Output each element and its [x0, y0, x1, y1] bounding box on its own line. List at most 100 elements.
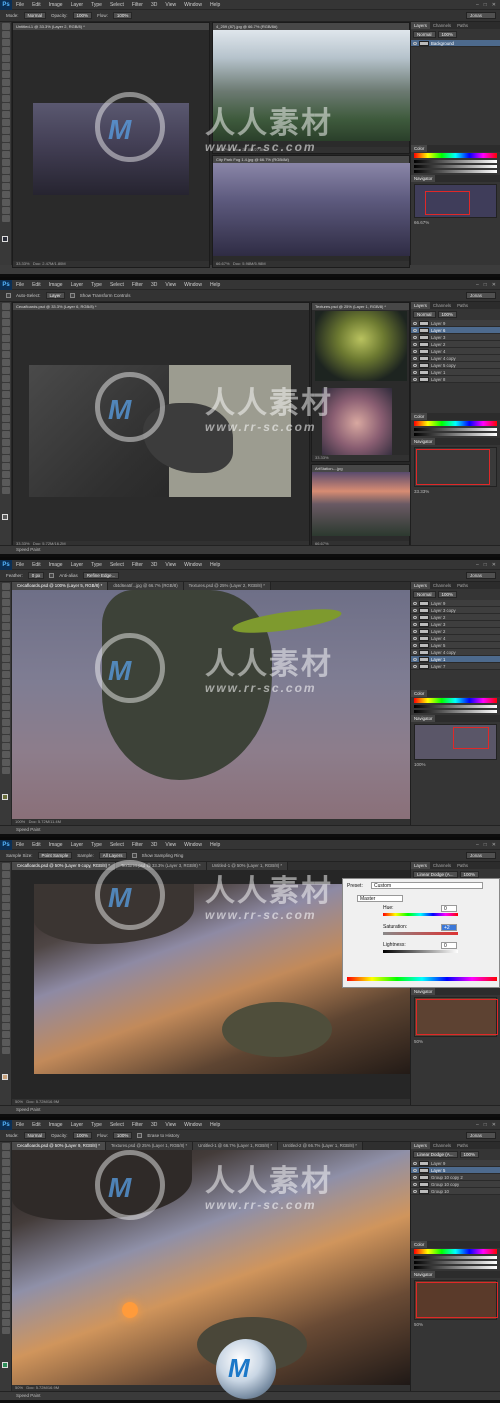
canvas[interactable] [213, 163, 411, 256]
tool-button[interactable] [2, 423, 10, 430]
tool-button[interactable] [2, 1327, 10, 1334]
tool-button[interactable] [2, 1183, 10, 1190]
tool-button[interactable] [2, 903, 10, 910]
maximize-icon[interactable]: □ [484, 1122, 487, 1128]
navigator-zoom[interactable]: 66.67% [411, 220, 500, 225]
navigator-zoom[interactable]: 100% [411, 762, 500, 767]
tool-button[interactable] [2, 327, 10, 334]
tool-button[interactable] [2, 351, 10, 358]
tool-button[interactable] [2, 879, 10, 886]
menu-layer[interactable]: Layer [67, 840, 88, 850]
tool-button[interactable] [2, 415, 10, 422]
maximize-icon[interactable]: □ [484, 842, 487, 848]
tool-button[interactable] [2, 95, 10, 102]
eye-icon[interactable] [413, 1182, 417, 1186]
document-tab[interactable]: Cecafloards.psd @ 50% (Layer 9, RGB/8) * [12, 1142, 106, 1150]
tool-button[interactable] [2, 63, 10, 70]
tool-button[interactable] [2, 103, 10, 110]
tool-button[interactable] [2, 183, 10, 190]
eye-icon[interactable] [413, 335, 417, 339]
document-tab[interactable]: Untitled-1 @ 50% (Layer 1, RGB/8) * [206, 862, 289, 870]
blend-mode-select[interactable]: Normal [413, 31, 436, 38]
tool-button[interactable] [2, 207, 10, 214]
tool-button[interactable] [2, 319, 10, 326]
blend-mode-select[interactable]: Normal [413, 311, 436, 318]
tool-button[interactable] [2, 431, 10, 438]
tab-channels[interactable]: Channels [430, 862, 454, 869]
tool-button[interactable] [2, 983, 10, 990]
tool-button[interactable] [2, 359, 10, 366]
tool-button[interactable] [2, 199, 10, 206]
workspace-select[interactable]: Jonas [466, 1132, 496, 1139]
tool-button[interactable] [2, 1167, 10, 1174]
tool-button[interactable] [2, 311, 10, 318]
tool-button[interactable] [2, 711, 10, 718]
tool-button[interactable] [2, 927, 10, 934]
canvas[interactable] [315, 311, 407, 381]
tool-button[interactable] [2, 615, 10, 622]
tab-navigator[interactable]: Navigator [411, 1271, 436, 1278]
canvas[interactable] [213, 30, 411, 141]
eye-icon[interactable] [413, 650, 417, 654]
tool-button[interactable] [2, 671, 10, 678]
layer-row[interactable]: Layer 4 copy [411, 355, 500, 362]
tool-button[interactable] [2, 383, 10, 390]
tool-button[interactable] [2, 695, 10, 702]
color-slider[interactable] [414, 705, 497, 708]
tab-channels[interactable]: Channels [430, 1142, 454, 1149]
layer-row[interactable]: Group 10 [411, 1188, 500, 1195]
tab-navigator[interactable]: Navigator [411, 175, 436, 182]
document-tab[interactable]: Textures.psd @ 25% (Layer 1, RGB/8) * [312, 303, 409, 310]
layer-row[interactable]: Background [411, 40, 500, 47]
tool-button[interactable] [2, 167, 10, 174]
tool-button[interactable] [2, 1263, 10, 1270]
menu-image[interactable]: Image [45, 280, 67, 290]
foreground-color-swatch[interactable] [2, 236, 8, 242]
tool-button[interactable] [2, 767, 10, 774]
refine-edge-button[interactable]: Refine Edge... [82, 572, 120, 579]
tool-button[interactable] [2, 1247, 10, 1254]
menu-help[interactable]: Help [206, 280, 224, 290]
close-icon[interactable]: ✕ [492, 2, 496, 8]
close-icon[interactable]: ✕ [492, 842, 496, 848]
eye-icon[interactable] [413, 601, 417, 605]
menu-view[interactable]: View [161, 840, 180, 850]
menu-image[interactable]: Image [45, 1120, 67, 1130]
document-tab[interactable]: City Park Fog 1.4.jpg @ 66.7% (RGB/8#) [213, 156, 409, 163]
tool-button[interactable] [2, 375, 10, 382]
menu-type[interactable]: Type [87, 560, 106, 570]
erase-to-history-checkbox[interactable] [137, 1133, 143, 1138]
color-slider[interactable] [414, 433, 497, 436]
tab-layers[interactable]: Layers [411, 302, 430, 309]
document-tab[interactable]: Textures.psd @ 25% (Layer 1, RGB/8) * [105, 1142, 194, 1150]
tool-button[interactable] [2, 1311, 10, 1318]
color-slider[interactable] [414, 170, 497, 173]
tool-button[interactable] [2, 1023, 10, 1030]
flow-field[interactable]: 100% [112, 1132, 133, 1139]
tool-button[interactable] [2, 951, 10, 958]
layer-row[interactable]: Layer 2 [411, 341, 500, 348]
tool-button[interactable] [2, 151, 10, 158]
menu-3d[interactable]: 3D [147, 280, 161, 290]
workspace-select[interactable]: Jonas [466, 292, 496, 299]
eye-icon[interactable] [413, 1189, 417, 1193]
menu-layer[interactable]: Layer [67, 0, 88, 10]
menu-edit[interactable]: Edit [28, 560, 45, 570]
layer-row[interactable]: Group 10 copy [411, 1181, 500, 1188]
tool-button[interactable] [2, 447, 10, 454]
menu-view[interactable]: View [161, 1120, 180, 1130]
tool-button[interactable] [2, 583, 10, 590]
minimize-icon[interactable]: – [476, 1122, 479, 1128]
color-slider[interactable] [414, 160, 497, 163]
color-slider[interactable] [414, 1256, 497, 1259]
tool-button[interactable] [2, 135, 10, 142]
mode-select[interactable]: Normal [23, 1132, 47, 1139]
eye-icon[interactable] [413, 643, 417, 647]
document-tab[interactable]: Untitled-2 @ 66.7% (Layer 1, RGB/8) * [278, 1142, 363, 1150]
maximize-icon[interactable]: □ [484, 562, 487, 568]
eye-icon[interactable] [413, 377, 417, 381]
tab-channels[interactable]: Channels [430, 582, 454, 589]
tool-button[interactable] [2, 943, 10, 950]
tool-button[interactable] [2, 1039, 10, 1046]
menu-select[interactable]: Select [106, 0, 128, 10]
